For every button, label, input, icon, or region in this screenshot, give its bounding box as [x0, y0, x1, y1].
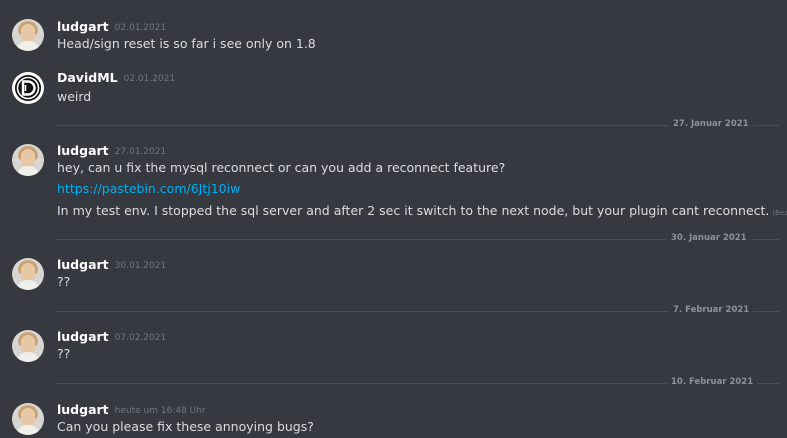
avatar[interactable] — [12, 144, 44, 176]
avatar[interactable] — [12, 19, 44, 51]
message-author[interactable]: DavidML 02.01.2021 — [57, 70, 175, 85]
message-author[interactable]: ludgart heute um 16:48 Uhr — [57, 402, 206, 417]
author-name[interactable]: ludgart — [57, 402, 109, 417]
avatar-face — [21, 263, 35, 281]
message-text: Head/sign reset is so far i see only on … — [57, 36, 316, 51]
avatar-body — [17, 352, 39, 362]
message-text: weird — [57, 89, 92, 104]
avatar-body — [17, 166, 39, 176]
author-name[interactable]: DavidML — [57, 70, 118, 85]
chat-message-list: ludgart 02.01.2021 Head/sign reset is so … — [0, 0, 787, 438]
avatar-face — [21, 335, 35, 353]
date-divider: 27. Januar 2021 — [55, 119, 787, 129]
message-author[interactable]: ludgart 07.02.2021 — [57, 329, 166, 344]
avatar-face — [21, 408, 35, 426]
author-name[interactable]: ludgart — [57, 19, 109, 34]
message-link[interactable]: https://pastebin.com/6Jtj10iw — [57, 181, 240, 196]
author-name[interactable]: ludgart — [57, 329, 109, 344]
message-text: hey, can u fix the mysql reconnect or ca… — [57, 160, 506, 175]
message-timestamp: 02.01.2021 — [114, 23, 167, 33]
message-author[interactable]: ludgart 27.01.2021 — [57, 143, 166, 158]
avatar-body — [17, 425, 39, 435]
message-timestamp: 07.02.2021 — [114, 333, 167, 343]
date-divider: 7. Februar 2021 — [55, 305, 787, 315]
avatar[interactable] — [12, 258, 44, 290]
message-author[interactable]: ludgart 30.01.2021 — [57, 257, 166, 272]
message-text-content: In my test env. I stopped the sql server… — [57, 203, 770, 218]
message-text: ?? — [57, 274, 71, 289]
message-timestamp: 27.01.2021 — [114, 147, 167, 157]
edited-label: (Bearbeitet) — [772, 209, 787, 217]
author-name[interactable]: ludgart — [57, 143, 109, 158]
avatar[interactable] — [12, 330, 44, 362]
message-text: ?? — [57, 346, 71, 361]
date-divider: 10. Februar 2021 — [55, 377, 787, 387]
avatar-body — [17, 280, 39, 290]
divider-date-label: 10. Februar 2021 — [667, 377, 758, 387]
avatar[interactable] — [12, 403, 44, 435]
message-text: Can you please fix these annoying bugs? — [57, 419, 314, 434]
divider-date-label: 7. Februar 2021 — [669, 305, 754, 315]
divider-date-label: 27. Januar 2021 — [669, 119, 753, 129]
avatar[interactable] — [12, 72, 44, 104]
d-logo-icon — [15, 75, 41, 101]
avatar-face — [21, 149, 35, 167]
message-author[interactable]: ludgart 02.01.2021 — [57, 19, 166, 34]
author-name[interactable]: ludgart — [57, 257, 109, 272]
avatar-face — [21, 24, 35, 42]
date-divider: 30. Januar 2021 — [55, 233, 787, 243]
message-timestamp: 02.01.2021 — [123, 74, 176, 84]
message-timestamp: 30.01.2021 — [114, 261, 167, 271]
message-text: In my test env. I stopped the sql server… — [57, 203, 787, 218]
message-timestamp: heute um 16:48 Uhr — [114, 406, 206, 416]
divider-date-label: 30. Januar 2021 — [667, 233, 751, 243]
avatar-body — [17, 41, 39, 51]
